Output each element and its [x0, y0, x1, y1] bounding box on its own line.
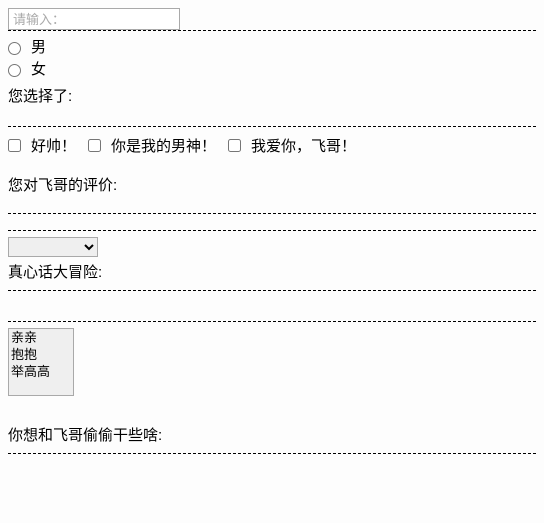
- listbox-result-label: 你想和飞哥偷偷干些啥:: [8, 424, 536, 445]
- main-text-input[interactable]: [8, 8, 180, 30]
- list-item[interactable]: 抱抱: [9, 346, 73, 363]
- check-god[interactable]: [88, 139, 101, 152]
- check-god-label: 你是我的男神！: [111, 135, 216, 156]
- divider: [8, 453, 536, 454]
- check-love[interactable]: [228, 139, 241, 152]
- radio-result-label: 您选择了:: [8, 85, 536, 106]
- check-cool[interactable]: [8, 139, 21, 152]
- dropdown-result-label: 真心话大冒险:: [8, 261, 536, 282]
- radio-female-label: 女: [31, 59, 46, 81]
- list-item[interactable]: 亲亲: [9, 329, 73, 346]
- divider: [8, 213, 536, 214]
- check-result-label: 您对飞哥的评价:: [8, 174, 536, 195]
- check-cool-label: 好帅！: [31, 135, 76, 156]
- list-item[interactable]: 举高高: [9, 363, 73, 380]
- divider: [8, 126, 536, 127]
- divider: [8, 230, 536, 231]
- action-listbox[interactable]: 亲亲 抱抱 举高高: [8, 328, 74, 396]
- radio-female[interactable]: [8, 64, 21, 77]
- divider: [8, 290, 536, 291]
- truth-dare-select[interactable]: [8, 237, 98, 257]
- check-love-label: 我爱你，飞哥！: [251, 135, 356, 156]
- radio-male[interactable]: [8, 42, 21, 55]
- radio-male-label: 男: [31, 37, 46, 59]
- divider: [8, 321, 536, 322]
